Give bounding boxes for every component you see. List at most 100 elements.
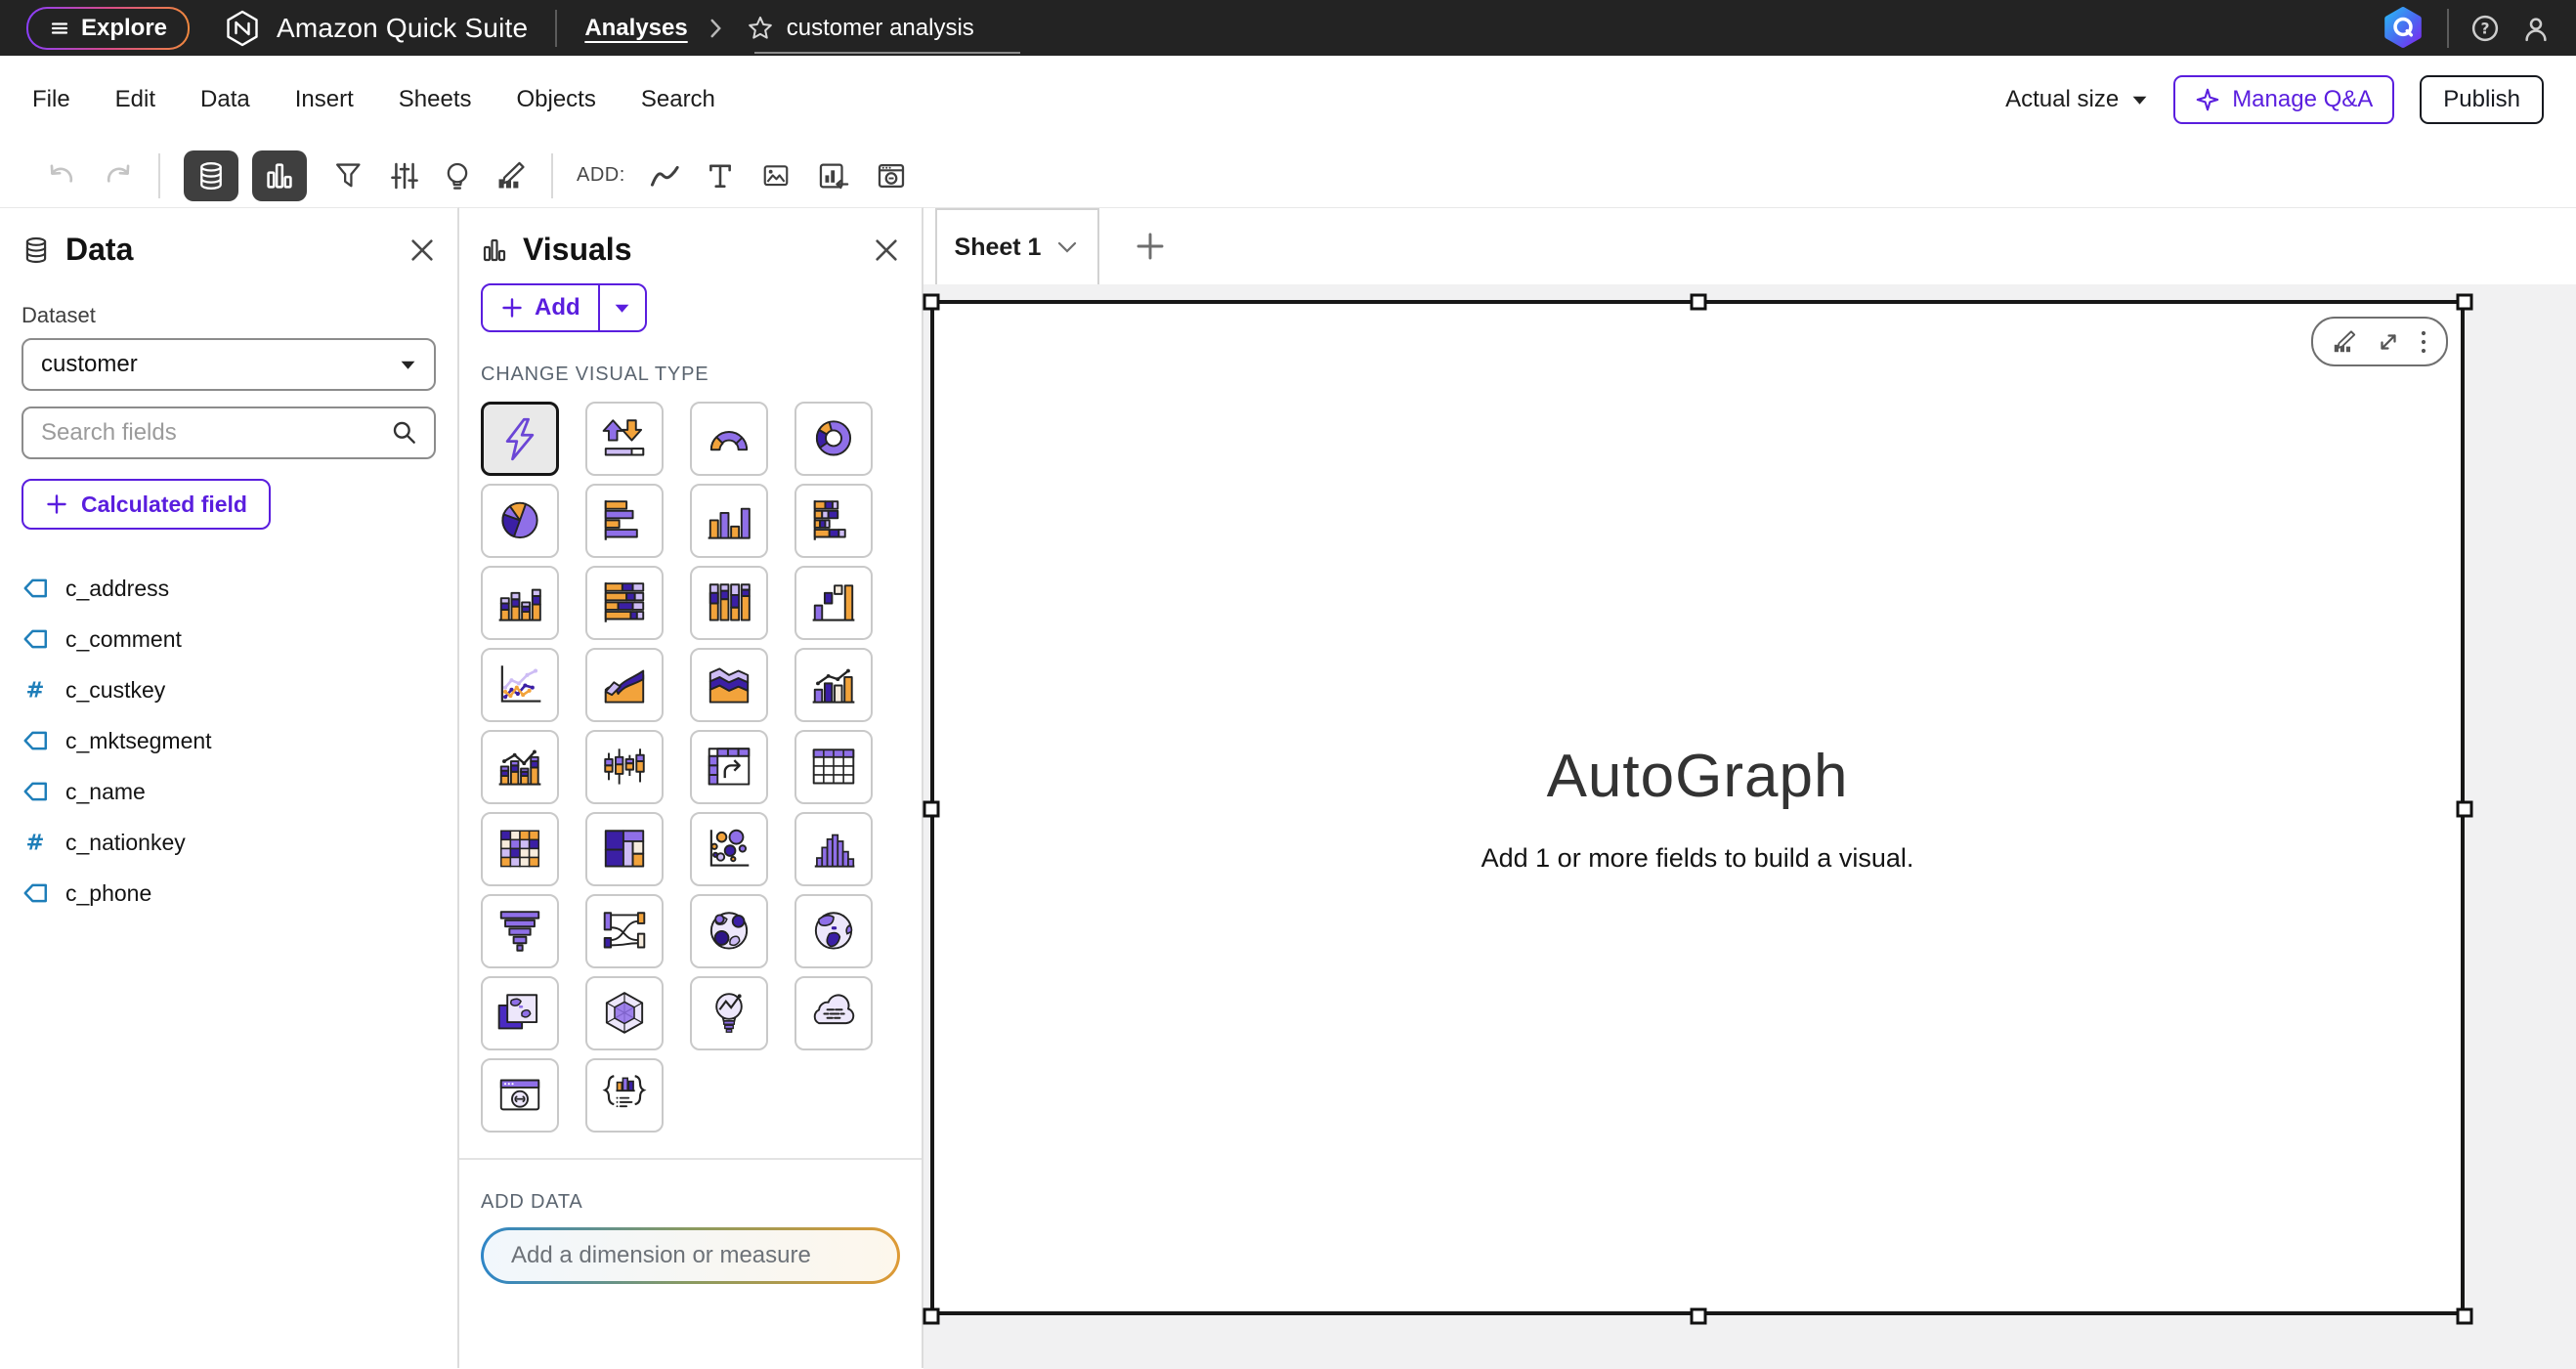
publish-button[interactable]: Publish: [2420, 75, 2544, 124]
image-icon[interactable]: [760, 161, 792, 191]
data-panel-toggle[interactable]: [184, 150, 238, 201]
visual-type-pivot-table[interactable]: [690, 730, 768, 804]
visual-type-horizontal-stacked-bar-chart[interactable]: [794, 484, 873, 558]
user-icon[interactable]: [2521, 14, 2551, 43]
string-field-icon: [21, 576, 49, 601]
visual-type-points-on-map[interactable]: [690, 894, 768, 968]
field-c_mktsegment[interactable]: c_mktsegment: [21, 715, 436, 766]
field-c_phone[interactable]: c_phone: [21, 868, 436, 919]
menubar-right-group: Actual size Manage Q&A Publish: [2005, 75, 2544, 124]
help-icon[interactable]: ?: [2470, 14, 2500, 43]
visual-type-filled-map[interactable]: [794, 894, 873, 968]
visual-type-vertical-bar-chart[interactable]: [690, 484, 768, 558]
add-dimension-or-measure-well[interactable]: Add a dimension or measure: [481, 1227, 900, 1284]
add-visual-caret-button[interactable]: [600, 285, 645, 330]
visual-type-area-chart[interactable]: [585, 648, 664, 722]
visual-type-heat-map[interactable]: [481, 812, 559, 886]
visual-type-radar-chart[interactable]: [585, 976, 664, 1050]
close-icon[interactable]: [408, 236, 436, 264]
visual-type-gauge[interactable]: [690, 402, 768, 476]
embed-icon[interactable]: [876, 160, 907, 192]
visual-type-horizontal-bar-chart[interactable]: [585, 484, 664, 558]
chevron-down-icon[interactable]: [1054, 236, 1080, 258]
visual-type-word-cloud[interactable]: [794, 976, 873, 1050]
visual-type-box-plot[interactable]: [585, 730, 664, 804]
search-fields-input[interactable]: [39, 418, 391, 448]
visual-type-vertical-stacked-bar-chart[interactable]: [481, 566, 559, 640]
zoom-select[interactable]: Actual size: [2005, 86, 2148, 113]
visuals-icon: [481, 236, 508, 264]
visual-type-custom-visual[interactable]: [481, 1058, 559, 1133]
visual-type-combo-chart[interactable]: [794, 648, 873, 722]
selected-visual[interactable]: AutoGraph Add 1 or more fields to build …: [930, 300, 2465, 1315]
edit-visual-icon[interactable]: [2331, 329, 2358, 355]
edit-visual-icon[interactable]: [494, 160, 528, 192]
visual-type-table[interactable]: [794, 730, 873, 804]
text-icon[interactable]: [706, 160, 735, 192]
visual-type-funnel-chart[interactable]: [481, 894, 559, 968]
visual-type-map-layers[interactable]: [481, 976, 559, 1050]
dataset-select[interactable]: customer: [21, 338, 436, 391]
resize-handle-top-center[interactable]: [1691, 294, 1707, 311]
visual-icon[interactable]: [817, 160, 850, 192]
visual-type-donut-chart[interactable]: [794, 402, 873, 476]
filter-icon[interactable]: [332, 160, 364, 192]
visual-type-tree-map[interactable]: [585, 812, 664, 886]
field-c_custkey[interactable]: #c_custkey: [21, 664, 436, 715]
calculated-field-button[interactable]: Calculated field: [21, 479, 271, 530]
quick-suite-app-icon[interactable]: [2381, 6, 2426, 51]
tab-sheet-1[interactable]: Sheet 1: [935, 208, 1099, 284]
line-chart-icon[interactable]: [649, 161, 680, 191]
visual-type-insights[interactable]: [690, 976, 768, 1050]
undo-icon[interactable]: [45, 161, 76, 191]
resize-handle-bottom-right[interactable]: [2457, 1308, 2473, 1325]
explore-label: Explore: [81, 15, 167, 42]
resize-handle-bottom-center[interactable]: [1691, 1308, 1707, 1325]
expand-icon[interactable]: [2376, 329, 2401, 355]
redo-icon[interactable]: [104, 161, 135, 191]
visual-type-kpi[interactable]: [585, 402, 664, 476]
visual-type-stacked-area-chart[interactable]: [690, 648, 768, 722]
menu-icon[interactable]: [2419, 329, 2428, 355]
add-sheet-button[interactable]: [1135, 231, 1166, 262]
visuals-panel-toggle[interactable]: [252, 150, 307, 201]
menu-file[interactable]: File: [32, 86, 70, 113]
field-c_address[interactable]: c_address: [21, 563, 436, 614]
menu-objects[interactable]: Objects: [516, 86, 595, 113]
visual-type-sankey-diagram[interactable]: [585, 894, 664, 968]
manage-qa-button[interactable]: Manage Q&A: [2173, 75, 2394, 124]
visual-type-histogram[interactable]: [794, 812, 873, 886]
add-visual-button[interactable]: Add: [483, 285, 598, 330]
visual-type-narrative[interactable]: [585, 1058, 664, 1133]
visual-type-scatter-plot[interactable]: [690, 812, 768, 886]
visual-type-line-chart[interactable]: [481, 648, 559, 722]
favorite-star-icon[interactable]: [747, 15, 774, 42]
resize-handle-top-left[interactable]: [923, 294, 940, 311]
field-c_nationkey[interactable]: #c_nationkey: [21, 817, 436, 868]
close-icon[interactable]: [873, 236, 900, 264]
menu-search[interactable]: Search: [641, 86, 715, 113]
visual-type-horizontal-stacked-100-bar-chart[interactable]: [585, 566, 664, 640]
resize-handle-top-right[interactable]: [2457, 294, 2473, 311]
menu-edit[interactable]: Edit: [115, 86, 155, 113]
visual-type-stacked-combo-chart[interactable]: [481, 730, 559, 804]
explore-button[interactable]: Explore: [26, 7, 190, 50]
field-c_name[interactable]: c_name: [21, 766, 436, 817]
menu-insert[interactable]: Insert: [295, 86, 354, 113]
breadcrumb-analyses[interactable]: Analyses: [584, 15, 687, 42]
menu-sheets[interactable]: Sheets: [399, 86, 472, 113]
search-icon[interactable]: [391, 419, 418, 447]
visual-type-vertical-stacked-100-bar-chart[interactable]: [690, 566, 768, 640]
document-title[interactable]: customer analysis: [787, 15, 974, 42]
visual-type-autograph[interactable]: [481, 402, 559, 476]
visual-type-pie-chart[interactable]: [481, 484, 559, 558]
resize-handle-middle-right[interactable]: [2457, 801, 2473, 818]
controls-icon[interactable]: [389, 160, 420, 192]
field-c_comment[interactable]: c_comment: [21, 614, 436, 664]
canvas-body: AutoGraph Add 1 or more fields to build …: [923, 284, 2576, 1369]
menu-data[interactable]: Data: [200, 86, 250, 113]
resize-handle-bottom-left[interactable]: [923, 1308, 940, 1325]
resize-handle-middle-left[interactable]: [923, 801, 940, 818]
insights-icon[interactable]: [442, 160, 473, 192]
visual-type-waterfall-chart[interactable]: [794, 566, 873, 640]
